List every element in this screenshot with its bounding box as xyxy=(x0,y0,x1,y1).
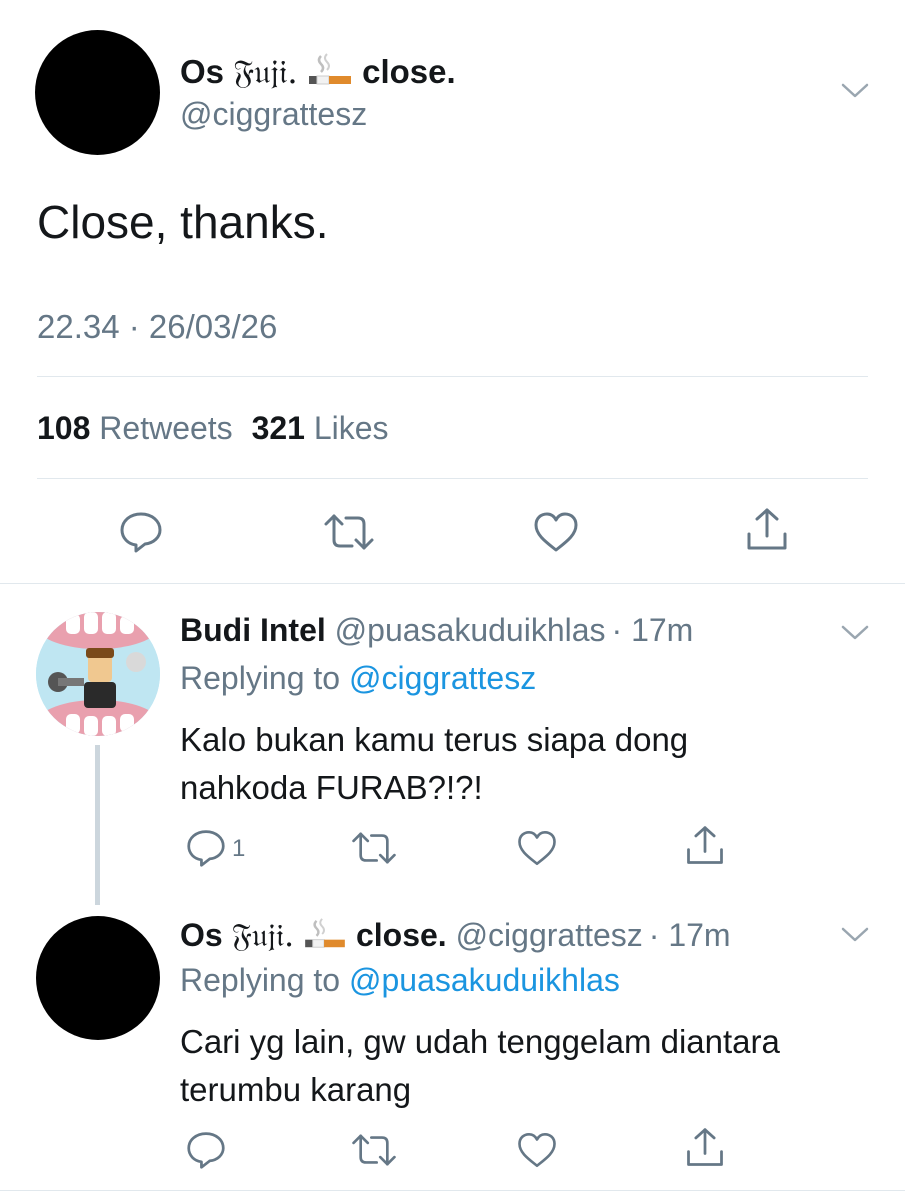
reply-count[interactable]: 1 xyxy=(232,835,245,863)
like-icon[interactable] xyxy=(516,828,558,868)
reply-text-line: nahkoda FURAB?!?! xyxy=(180,769,483,806)
reply-header: Budi Intel @puasakuduikhlas · 17m xyxy=(180,612,693,649)
reply-avatar[interactable] xyxy=(36,916,160,1040)
reply-display-name[interactable]: Os 𝔉𝔲𝔧𝔦. close. xyxy=(180,916,447,954)
divider xyxy=(37,478,868,479)
reply-display-name[interactable]: Budi Intel xyxy=(180,612,326,648)
author-handle[interactable]: @ciggrattesz xyxy=(180,96,367,133)
display-name-prefix: Os xyxy=(180,53,234,90)
cigarette-icon xyxy=(303,917,347,959)
share-icon[interactable] xyxy=(743,506,791,554)
reply-icon[interactable] xyxy=(185,828,227,868)
divider xyxy=(0,583,905,584)
chevron-down-icon[interactable] xyxy=(840,80,870,105)
author-display-name[interactable]: Os 𝔉𝔲𝔧𝔦. close. xyxy=(180,52,456,96)
chevron-down-icon[interactable] xyxy=(840,622,870,647)
reply-text-line: terumbu karang xyxy=(180,1071,412,1108)
reply-header: Os 𝔉𝔲𝔧𝔦. close. @ciggrattesz · 17m xyxy=(180,916,731,959)
share-icon[interactable] xyxy=(683,1126,727,1170)
reply-text: Kalo bukan kamu terus siapa dong nahkoda… xyxy=(180,716,688,812)
tweet-stats: 108 Retweets 321 Likes xyxy=(37,410,389,447)
like-icon[interactable] xyxy=(532,510,580,554)
replying-to: Replying to @puasakuduikhlas xyxy=(180,962,620,999)
author-avatar[interactable] xyxy=(35,30,160,155)
replying-prefix: Replying to xyxy=(180,660,341,696)
reply-time[interactable]: · 17m xyxy=(649,917,731,953)
share-icon[interactable] xyxy=(683,824,727,868)
reply-text-line: Kalo bukan kamu terus siapa dong xyxy=(180,721,689,758)
tweet-text: Close, thanks. xyxy=(37,196,329,248)
divider xyxy=(37,376,868,377)
like-icon[interactable] xyxy=(516,1130,558,1170)
replying-to-handle[interactable]: @puasakuduikhlas xyxy=(349,962,620,998)
reply-handle[interactable]: @ciggrattesz xyxy=(456,917,643,953)
reply-handle[interactable]: @puasakuduikhlas xyxy=(335,612,606,648)
tweet-timestamp[interactable]: 22.34 · 26/03/26 xyxy=(37,308,277,346)
display-name-suffix: close. xyxy=(362,53,456,90)
display-name-fraktur: 𝔉𝔲𝔧𝔦. xyxy=(233,52,298,91)
reply-text: Cari yg lain, gw udah tenggelam diantara… xyxy=(180,1018,780,1114)
retweet-icon[interactable] xyxy=(350,828,398,868)
display-name-suffix: close. xyxy=(355,917,447,953)
reply-icon[interactable] xyxy=(118,510,164,554)
reply-avatar[interactable] xyxy=(36,612,160,736)
chevron-down-icon[interactable] xyxy=(840,924,870,949)
likes-count[interactable]: 321 xyxy=(252,410,305,446)
thread-line xyxy=(95,745,100,905)
retweets-count[interactable]: 108 xyxy=(37,410,90,446)
reply-text-line: Cari yg lain, gw udah tenggelam diantara xyxy=(180,1023,780,1060)
retweet-icon[interactable] xyxy=(350,1130,398,1170)
reply-time[interactable]: · 17m xyxy=(612,612,694,648)
retweet-icon[interactable] xyxy=(322,510,376,554)
likes-label[interactable]: Likes xyxy=(314,410,389,446)
divider xyxy=(0,1190,905,1191)
replying-prefix: Replying to xyxy=(180,962,341,998)
retweets-label[interactable]: Retweets xyxy=(99,410,232,446)
display-name-prefix: Os xyxy=(180,917,232,953)
reply-icon[interactable] xyxy=(185,1130,227,1170)
replying-to: Replying to @ciggrattesz xyxy=(180,660,536,697)
cigarette-icon xyxy=(307,52,353,96)
replying-to-handle[interactable]: @ciggrattesz xyxy=(349,660,536,696)
display-name-fraktur: 𝔉𝔲𝔧𝔦. xyxy=(231,916,295,954)
